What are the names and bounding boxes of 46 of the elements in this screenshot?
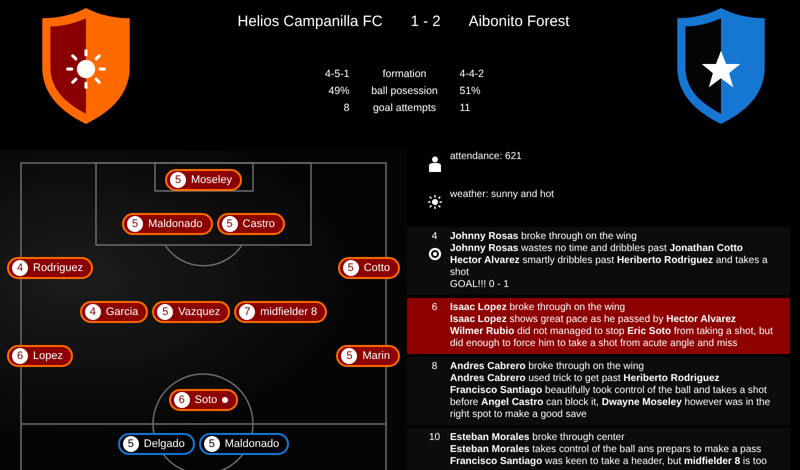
player-chip[interactable]: 7 midfielder 8 bbox=[234, 301, 328, 323]
event-text: Francisco Santiago beautifully took control of the ball and takes a shot before Angel Castro can block it, Dwayne Moseley however was in the right spot to make a good save bbox=[450, 385, 772, 421]
away-team-name: Aibonito Forest bbox=[468, 13, 570, 30]
player-chip[interactable]: 5 Cotto bbox=[338, 257, 400, 279]
event-text: Wilmer Rubio did not managed to stop Eric Soto from taking a shot, but did enough to force him to take a shot from acute angle and miss bbox=[450, 326, 774, 350]
event-minute: 10 bbox=[428, 432, 440, 443]
stat-label: goal attempts bbox=[372, 102, 436, 114]
player-chip[interactable]: 5 Marin bbox=[336, 345, 400, 367]
player-chip[interactable]: 6 Lopez bbox=[7, 345, 73, 367]
player-chip[interactable]: 5 Delgado bbox=[118, 433, 195, 455]
player-chip[interactable]: 5 Maldonado bbox=[122, 213, 213, 235]
stat-value: 11 bbox=[460, 102, 470, 114]
event-text: Hector Alvarez smartly dribbles past Heriberto Rodriguez and takes a shot bbox=[450, 255, 769, 279]
info-text: attendance: 621 bbox=[450, 151, 522, 164]
event-text: Johnny Rosas broke through on the wing bbox=[450, 231, 638, 243]
player-chip[interactable]: 4 Garcia bbox=[80, 301, 148, 323]
sun-icon bbox=[428, 194, 442, 210]
player-chip[interactable]: 5 Vazquez bbox=[152, 301, 230, 323]
stat-value: 49% bbox=[328, 85, 350, 97]
player-chip[interactable]: 5 Maldonado bbox=[198, 433, 290, 455]
score: 1 - 2 bbox=[410, 13, 441, 30]
player-chip[interactable]: 6 Soto bbox=[168, 389, 238, 411]
stat-label: formation bbox=[382, 68, 426, 80]
event-text: Andres Cabrero used trick to get past Heriberto Rodriguez bbox=[450, 373, 721, 385]
info-text: weather: sunny and hot bbox=[450, 189, 554, 202]
event-minute: 4 bbox=[432, 231, 438, 242]
stat-label: ball posession bbox=[371, 85, 438, 97]
player-chip[interactable]: 5 Moseley bbox=[165, 169, 242, 191]
event-text: Francisco Santiago was keen to take a header, but midfielder 8 is too bbox=[450, 456, 768, 468]
player-chip[interactable]: 4 Rodriguez bbox=[7, 257, 94, 279]
player-chip[interactable]: 5 Castro bbox=[216, 213, 285, 235]
event-text: Isaac Lopez shows great pace as he passed by Hector Alvarez bbox=[450, 314, 737, 326]
event-text: Esteban Morales takes control of the ball ans prepars to make a pass bbox=[450, 444, 762, 456]
event-text: Esteban Morales broke through center bbox=[450, 432, 626, 444]
event-text: Andres Cabrero broke through on the wing bbox=[450, 361, 645, 373]
stat-value: 4-5-1 bbox=[324, 68, 350, 80]
event-text: Johnny Rosas wastes no time and dribbles past Jonathan Cotto bbox=[450, 243, 744, 255]
event-minute: 6 bbox=[432, 302, 438, 313]
person-icon bbox=[428, 156, 442, 172]
stat-value: 4-4-2 bbox=[460, 68, 484, 80]
stat-value: 8 bbox=[344, 102, 350, 114]
home-team-name: Helios Campanilla FC bbox=[238, 13, 383, 30]
event-text: Isaac Lopez broke through on the wing bbox=[450, 302, 626, 314]
stat-value: 51% bbox=[460, 85, 481, 97]
event-minute: 8 bbox=[432, 361, 438, 372]
event-text: GOAL!!! 0 - 1 bbox=[450, 279, 510, 291]
